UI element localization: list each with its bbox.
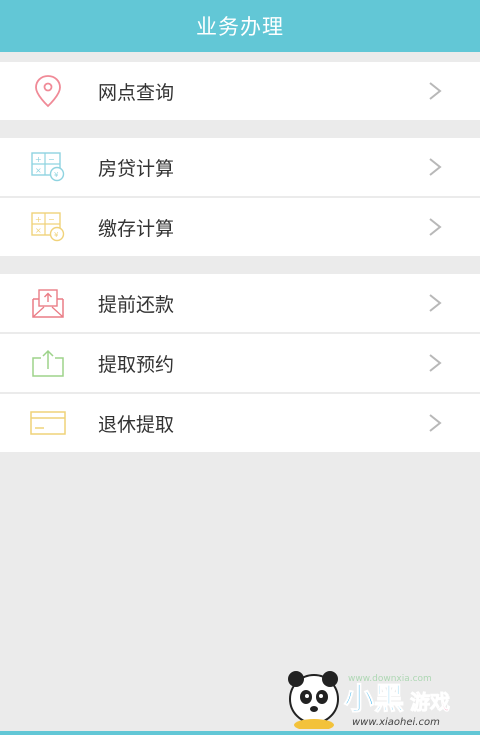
- svg-text:×: ×: [35, 226, 42, 235]
- menu-item-label: 网点查询: [98, 81, 175, 104]
- chevron-right-icon: [429, 158, 442, 176]
- watermark-logo: www.downxia.com 小黑 游戏 www.xiaohei.com: [288, 671, 450, 729]
- chevron-right-icon: [429, 294, 442, 312]
- card-icon: [30, 405, 66, 441]
- menu-item-withdrawal-booking[interactable]: 提取预约: [0, 332, 480, 392]
- svg-text:−: −: [48, 215, 55, 224]
- menu-item-label: 房贷计算: [98, 157, 175, 180]
- menu-item-outlet-query[interactable]: 网点查询: [0, 62, 480, 120]
- menu-item-label: 提前还款: [98, 293, 175, 316]
- menu-item-deposit-calc[interactable]: + − × ¥ 缴存计算: [0, 196, 480, 256]
- svg-text:¥: ¥: [54, 171, 59, 179]
- top-bar: 业务办理: [0, 0, 480, 52]
- calculator-icon: + − × ¥: [30, 149, 66, 185]
- calculator-icon: + − × ¥: [30, 209, 66, 245]
- svg-text:游戏: 游戏: [410, 690, 450, 714]
- menu-group-3: 提前还款 提取预约 退休提取: [0, 274, 480, 452]
- menu-item-label: 提取预约: [98, 353, 175, 376]
- svg-text:−: −: [48, 155, 55, 164]
- page-title: 业务办理: [196, 15, 284, 39]
- menu-group-2: + − × ¥ 房贷计算 + − × ¥ 缴存计算: [0, 138, 480, 256]
- svg-text:+: +: [35, 155, 42, 164]
- envelope-upload-icon: [30, 285, 66, 321]
- chevron-right-icon: [429, 414, 442, 432]
- bottom-accent-line: [0, 731, 480, 735]
- chevron-right-icon: [429, 218, 442, 236]
- menu-item-retirement-withdrawal[interactable]: 退休提取: [0, 392, 480, 452]
- svg-text:¥: ¥: [54, 231, 59, 239]
- svg-text:小黑: 小黑: [344, 682, 404, 717]
- menu-item-label: 缴存计算: [98, 217, 175, 240]
- menu-group-1: 网点查询: [0, 62, 480, 120]
- chevron-right-icon: [429, 82, 442, 100]
- svg-text:×: ×: [35, 166, 42, 175]
- menu-item-mortgage-calc[interactable]: + − × ¥ 房贷计算: [0, 138, 480, 196]
- svg-text:+: +: [35, 215, 42, 224]
- chevron-right-icon: [429, 354, 442, 372]
- menu-item-label: 退休提取: [98, 413, 175, 436]
- upload-tray-icon: [30, 345, 66, 381]
- menu-item-early-repayment[interactable]: 提前还款: [0, 274, 480, 332]
- location-pin-icon: [30, 73, 66, 109]
- svg-text:www.xiaohei.com: www.xiaohei.com: [352, 717, 440, 728]
